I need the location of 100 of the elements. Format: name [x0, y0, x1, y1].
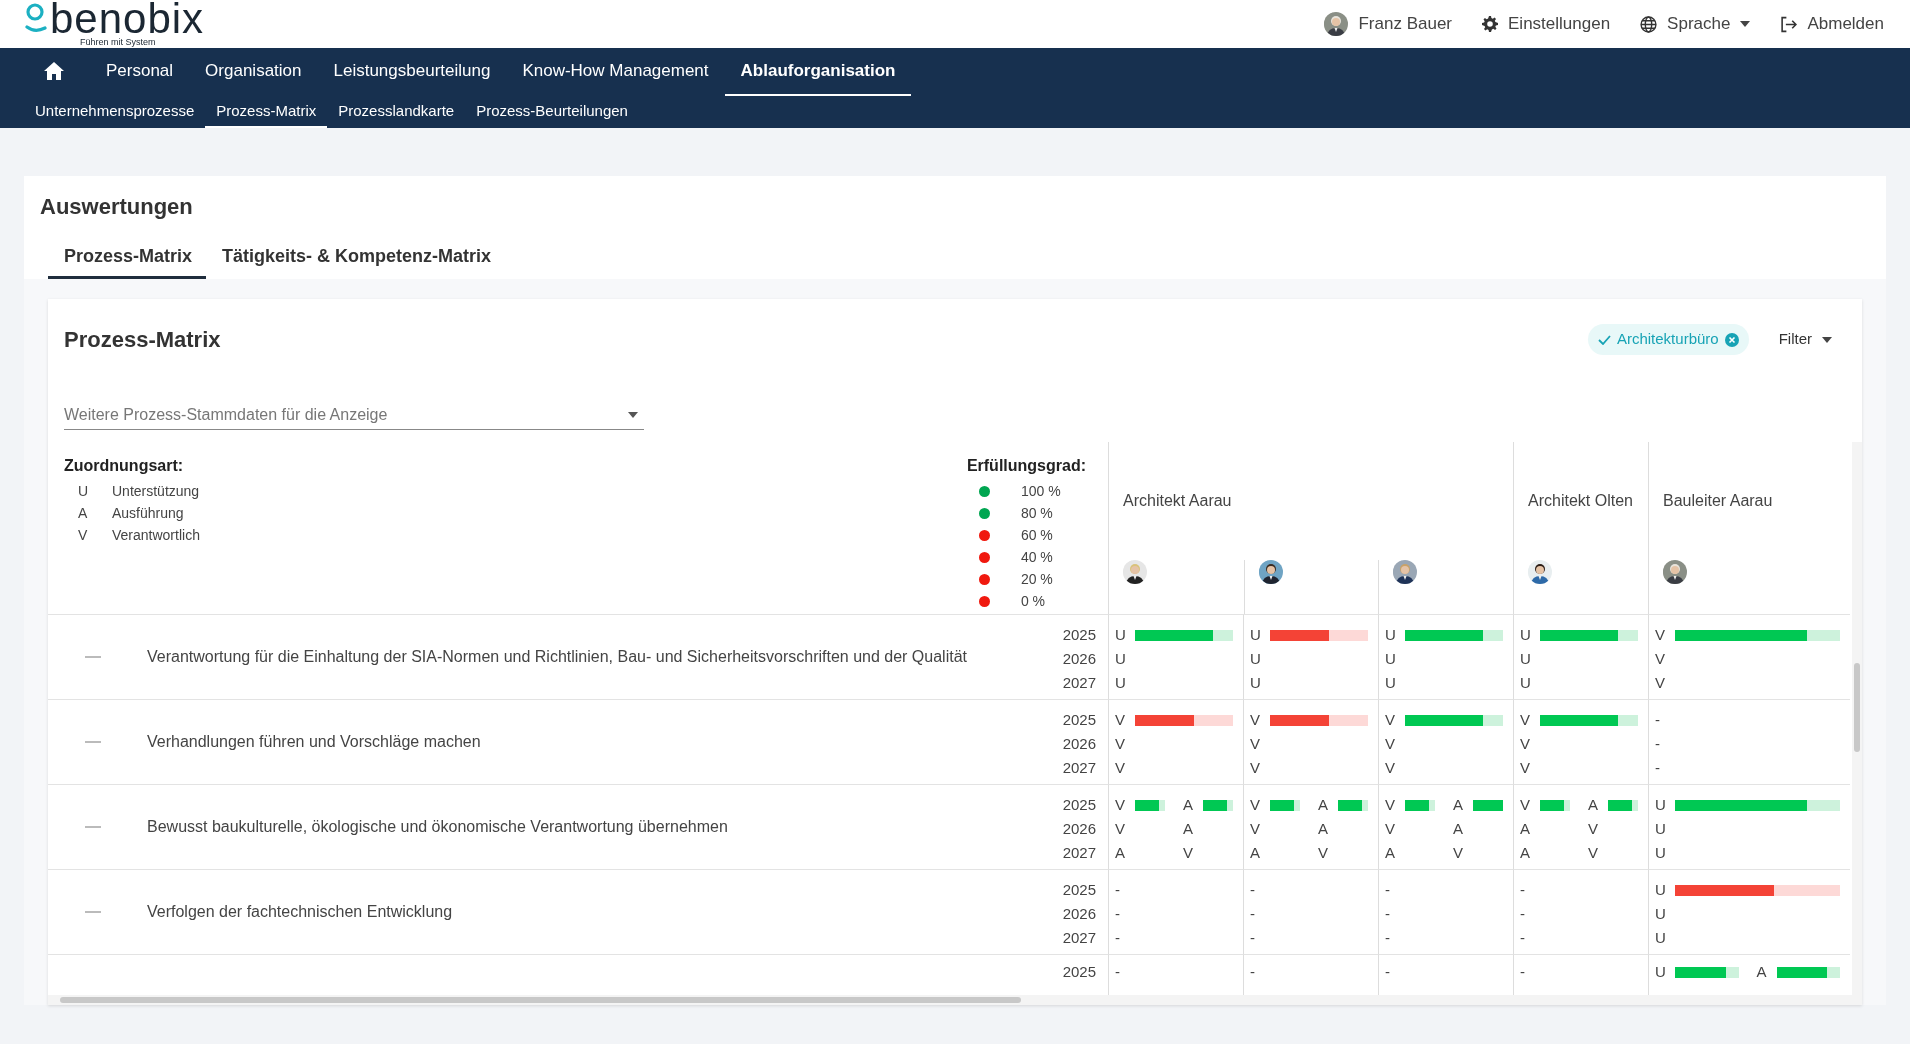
assignment-code: A — [1114, 843, 1126, 863]
year-label: 2027 — [1061, 928, 1096, 948]
progress-bar — [1405, 799, 1435, 811]
assignment-code: V — [1384, 795, 1396, 815]
caret-icon — [628, 411, 638, 418]
progress-bar — [1203, 799, 1233, 811]
assignment-code: V — [1114, 795, 1126, 815]
column-group-title: Architekt Aarau — [1123, 491, 1232, 511]
logo-text: benobix — [50, 1, 205, 37]
assignment-code: U — [1249, 673, 1262, 693]
progress-bar — [1473, 799, 1503, 811]
assignment-code: U — [1249, 625, 1262, 645]
year-label: 2025 — [1061, 625, 1096, 645]
nav-link[interactable]: Know-How Management — [506, 48, 725, 96]
assignment-code: A — [1182, 819, 1194, 839]
legend-label: Unterstützung — [112, 481, 200, 501]
progress-bar — [1135, 799, 1165, 811]
nav-link[interactable]: Leistungsbeurteilung — [317, 48, 507, 96]
assignment-code: U — [1654, 962, 1667, 982]
vertical-scrollbar[interactable] — [1852, 442, 1862, 995]
subnav-link[interactable]: Prozesslandkarte — [327, 96, 466, 128]
horizontal-scrollbar[interactable] — [48, 995, 1862, 1005]
year-label: 2026 — [1061, 904, 1096, 924]
process-title: Verfolgen der fachtechnischen Entwicklung — [147, 902, 454, 922]
caret-icon — [1822, 336, 1832, 343]
assignment-code: U — [1249, 649, 1262, 669]
year-label: 2027 — [1061, 843, 1096, 863]
assignment-code: V — [1587, 819, 1599, 839]
legend-label: 60 % — [1020, 525, 1053, 545]
assignment-code: - — [1114, 880, 1121, 900]
year-label: 2027 — [1061, 758, 1096, 778]
logout-link[interactable]: Abmelden — [1780, 11, 1884, 37]
legend-code: U — [77, 481, 90, 501]
section-title: Auswertungen — [40, 193, 194, 221]
globe-icon — [1640, 15, 1658, 33]
assignment-code: V — [1519, 734, 1531, 754]
assignment-code: - — [1519, 928, 1526, 948]
year-label: 2026 — [1061, 734, 1096, 754]
year-label: 2025 — [1061, 962, 1096, 982]
nav-link[interactable]: Personal — [90, 48, 190, 96]
year-label: 2025 — [1061, 795, 1096, 815]
assignment-code: - — [1114, 928, 1121, 948]
assignment-code: A — [1755, 962, 1768, 982]
assignment-code: - — [1114, 904, 1121, 924]
assignment-code: V — [1114, 819, 1126, 839]
assignment-code: V — [1249, 758, 1261, 778]
subnav-link[interactable]: Prozess-Matrix — [205, 96, 328, 128]
assignment-code: - — [1114, 962, 1121, 982]
year-label: 2025 — [1061, 880, 1096, 900]
legend-label: 40 % — [1020, 547, 1053, 567]
process-title: Verantwortung für die Einhaltung der SIA-Normen und Richtlinien, Bau- und Sicherheitsvorschriften und der Qualität — [147, 647, 968, 667]
assignment-code: - — [1384, 904, 1391, 924]
assignment-code: V — [1452, 843, 1464, 863]
language-menu[interactable]: Sprache — [1640, 11, 1751, 37]
assignment-code: V — [1114, 734, 1126, 754]
assignment-code: - — [1384, 880, 1391, 900]
assignment-code: U — [1654, 904, 1667, 924]
nav-link[interactable]: Ablauforganisation — [724, 48, 912, 96]
assignment-code: A — [1384, 843, 1396, 863]
logo-icon — [24, 3, 48, 33]
settings-link[interactable]: Einstellungen — [1482, 11, 1611, 37]
assignment-code: U — [1654, 795, 1667, 815]
assignment-code: U — [1114, 625, 1127, 645]
assignment-code: V — [1654, 649, 1666, 669]
remove-icon[interactable] — [1724, 332, 1739, 347]
process-title: Bewusst baukulturelle, ökologische und ökonomische Verantwortung übernehmen — [147, 817, 729, 837]
assignment-code: A — [1452, 819, 1464, 839]
assignment-code: V — [1317, 843, 1329, 863]
assignment-code: V — [1654, 625, 1666, 645]
assignment-code: V — [1249, 819, 1261, 839]
filter-button[interactable]: Filter — [1772, 327, 1838, 352]
assignment-code: A — [1182, 795, 1194, 815]
assignment-code: - — [1384, 928, 1391, 948]
user-menu[interactable]: Franz Bauer — [1324, 11, 1453, 37]
assignment-code: U — [1519, 649, 1532, 669]
assignment-code: U — [1519, 673, 1532, 693]
assignment-code: A — [1249, 843, 1261, 863]
legend-label: Ausführung — [112, 503, 184, 523]
assignment-code: - — [1654, 734, 1661, 754]
process-title: Verhandlungen führen und Vorschläge machen — [147, 732, 482, 752]
assignment-code: A — [1452, 795, 1464, 815]
legend-label: Verantwortlich — [112, 525, 200, 545]
select-field[interactable]: Weitere Prozess-Stammdaten für die Anzeige — [64, 400, 644, 430]
assignment-code: U — [1384, 649, 1397, 669]
progress-bar — [1776, 966, 1840, 978]
legend-label: 80 % — [1020, 503, 1053, 523]
nav-link[interactable]: Organisation — [189, 48, 318, 96]
assignment-code: V — [1249, 795, 1261, 815]
tab[interactable]: Tätigkeits- & Kompetenz-Matrix — [206, 237, 506, 279]
assignment-code: - — [1519, 962, 1526, 982]
year-label: 2025 — [1061, 710, 1096, 730]
subnav-link[interactable]: Unternehmensprozesse — [24, 96, 206, 128]
assignment-code: U — [1654, 819, 1667, 839]
assignment-code: V — [1182, 843, 1194, 863]
assignment-code: V — [1654, 673, 1666, 693]
assignment-code: A — [1519, 843, 1531, 863]
assignment-code: U — [1384, 625, 1397, 645]
assignment-code: - — [1249, 904, 1256, 924]
subnav-link[interactable]: Prozess-Beurteilungen — [465, 96, 639, 128]
progress-bar — [1608, 799, 1638, 811]
